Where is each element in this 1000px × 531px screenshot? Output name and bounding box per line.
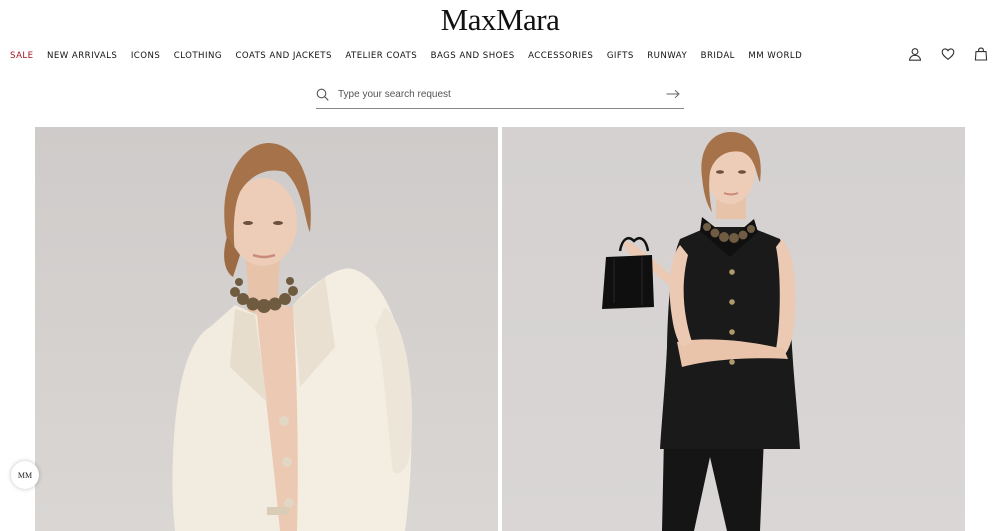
nav-item-atelier-coats[interactable]: ATELIER COATS — [345, 51, 417, 61]
nav-item-accessories[interactable]: ACCESSORIES — [528, 51, 593, 61]
main-navigation: SALE NEW ARRIVALS ICONS CLOTHING COATS A… — [10, 51, 816, 61]
nav-item-icons[interactable]: ICONS — [131, 51, 160, 61]
hero-banner — [35, 127, 965, 531]
search-bar — [316, 80, 684, 109]
account-icon[interactable] — [908, 47, 922, 61]
nav-item-runway[interactable]: RUNWAY — [647, 51, 687, 61]
hero-image-black-top-bag[interactable] — [502, 127, 965, 531]
nav-item-gifts[interactable]: GIFTS — [607, 51, 634, 61]
wishlist-heart-icon[interactable] — [941, 47, 955, 61]
nav-item-mm-world[interactable]: MM WORLD — [748, 51, 802, 61]
search-icon — [316, 88, 329, 101]
nav-item-coats-and-jackets[interactable]: COATS AND JACKETS — [235, 51, 331, 61]
arrow-right-icon[interactable] — [666, 89, 680, 99]
nav-item-sale[interactable]: SALE — [10, 51, 34, 61]
maxmara-logo[interactable]: MaxMara — [0, 2, 1000, 38]
nav-item-bridal[interactable]: BRIDAL — [701, 51, 735, 61]
nav-item-bags-and-shoes[interactable]: BAGS AND SHOES — [431, 51, 515, 61]
nav-item-new-arrivals[interactable]: NEW ARRIVALS — [47, 51, 117, 61]
nav-item-clothing[interactable]: CLOTHING — [174, 51, 222, 61]
utility-icons — [908, 47, 988, 61]
mm-chat-badge[interactable]: MM — [11, 461, 39, 489]
search-input[interactable] — [338, 84, 666, 104]
hero-image-ivory-blazer[interactable] — [35, 127, 498, 531]
shopping-bag-icon[interactable] — [974, 47, 988, 61]
